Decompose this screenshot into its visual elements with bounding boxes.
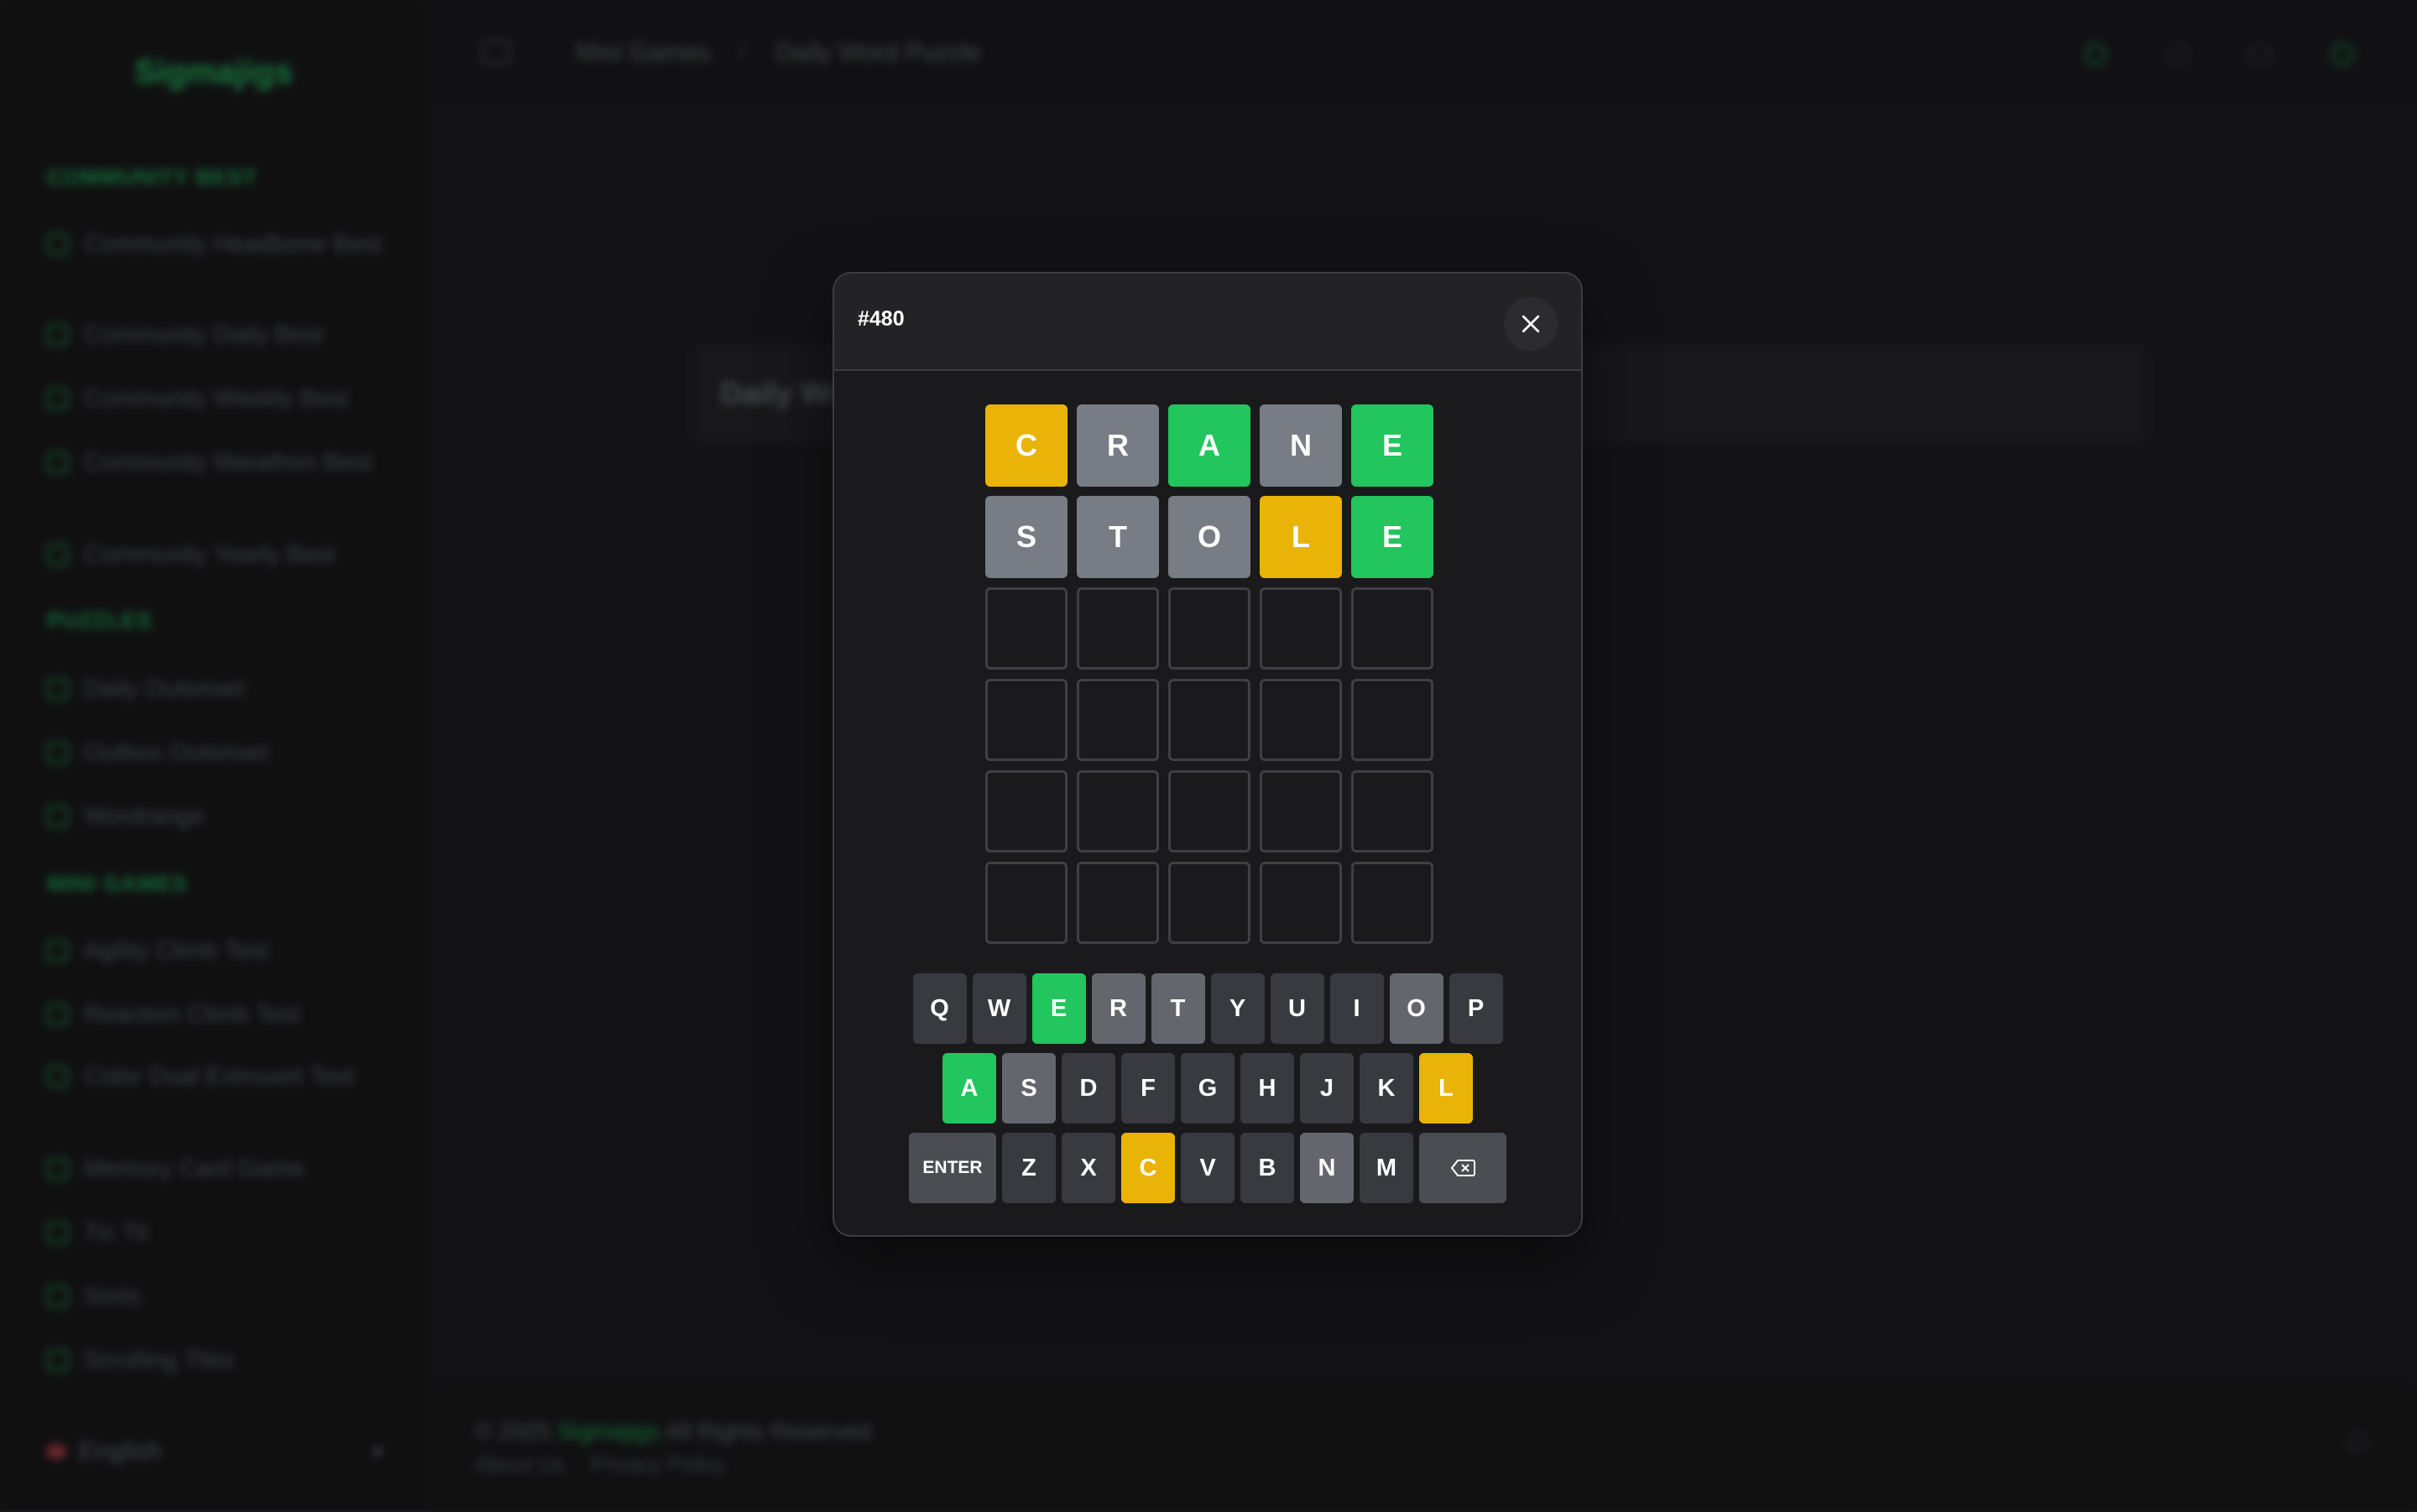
board-tile-empty — [985, 770, 1068, 852]
key-o[interactable]: O — [1389, 973, 1443, 1044]
board-tile-empty — [1351, 770, 1433, 852]
key-m[interactable]: M — [1360, 1133, 1413, 1203]
board-tile-empty — [1351, 587, 1433, 670]
key-l[interactable]: L — [1419, 1053, 1473, 1124]
board-tile-empty — [1260, 587, 1342, 670]
board-tile-empty — [1168, 770, 1250, 852]
game-modal: #480 CRANESTOLE Q W E R T Y U I O P A S D F G H J K L ENTER… — [833, 272, 1583, 1237]
board-tile-empty — [1077, 587, 1159, 670]
key-s[interactable]: S — [1002, 1053, 1056, 1124]
board-tile: N — [1260, 404, 1342, 487]
board-tile-empty — [1077, 862, 1159, 944]
board-tile-empty — [1077, 770, 1159, 852]
board-tile-empty — [1351, 862, 1433, 944]
game-board: CRANE STOLE — [985, 404, 1433, 944]
key-u[interactable]: U — [1270, 973, 1324, 1044]
board-tile-empty — [1168, 679, 1250, 761]
on-screen-keyboard: Q W E R T Y U I O P A S D F G H J K L ENTER Z X C V B N M — [834, 973, 1581, 1212]
board-tile-empty — [1260, 862, 1342, 944]
close-button[interactable] — [1504, 297, 1558, 351]
board-tile-empty — [985, 587, 1068, 670]
key-i[interactable]: I — [1329, 973, 1384, 1044]
keyboard-row: QWERTYUIOP — [834, 973, 1581, 1044]
board-tile-empty — [1077, 679, 1159, 761]
key-x[interactable]: X — [1062, 1133, 1115, 1203]
board-tile: O — [1168, 496, 1250, 578]
keyboard-row: ASDFGHJKL — [834, 1053, 1581, 1124]
key-w[interactable]: W — [972, 973, 1026, 1044]
board-tile: E — [1351, 404, 1433, 487]
backspace-icon — [1450, 1160, 1475, 1176]
board-tile-empty — [985, 862, 1068, 944]
board-tile-empty — [1260, 679, 1342, 761]
board-tile: S — [985, 496, 1068, 578]
board-tile: R — [1077, 404, 1159, 487]
key-a[interactable]: A — [942, 1053, 996, 1124]
key-k[interactable]: K — [1360, 1053, 1413, 1124]
board-tile: A — [1168, 404, 1250, 487]
board-tile-empty — [1168, 587, 1250, 670]
board-tile: E — [1351, 496, 1433, 578]
key-r[interactable]: R — [1091, 973, 1146, 1044]
close-icon — [1522, 315, 1540, 333]
keyboard-row: ENTER Z X C V B N M — [834, 1133, 1581, 1203]
key-j[interactable]: J — [1300, 1053, 1354, 1124]
board-tile: L — [1260, 496, 1342, 578]
key-y[interactable]: Y — [1210, 973, 1265, 1044]
key-f[interactable]: F — [1121, 1053, 1175, 1124]
key-q[interactable]: Q — [912, 973, 967, 1044]
key-n[interactable]: N — [1300, 1133, 1354, 1203]
key-b[interactable]: B — [1240, 1133, 1294, 1203]
board-tile-empty — [985, 679, 1068, 761]
backspace-key[interactable] — [1419, 1133, 1506, 1203]
modal-header: #480 — [834, 274, 1581, 371]
key-z[interactable]: Z — [1002, 1133, 1056, 1203]
board-tile-empty — [1260, 770, 1342, 852]
key-t[interactable]: T — [1151, 973, 1205, 1044]
board-tile-empty — [1351, 679, 1433, 761]
key-e[interactable]: E — [1031, 973, 1086, 1044]
enter-key[interactable]: ENTER — [909, 1133, 996, 1203]
board-tile: C — [985, 404, 1068, 487]
key-v[interactable]: V — [1181, 1133, 1235, 1203]
key-d[interactable]: D — [1062, 1053, 1115, 1124]
puzzle-number: #480 — [858, 307, 905, 331]
key-p[interactable]: P — [1449, 973, 1503, 1044]
board-tile-empty — [1168, 862, 1250, 944]
key-h[interactable]: H — [1240, 1053, 1294, 1124]
key-g[interactable]: G — [1181, 1053, 1235, 1124]
board-tile: T — [1077, 496, 1159, 578]
key-c[interactable]: C — [1121, 1133, 1175, 1203]
